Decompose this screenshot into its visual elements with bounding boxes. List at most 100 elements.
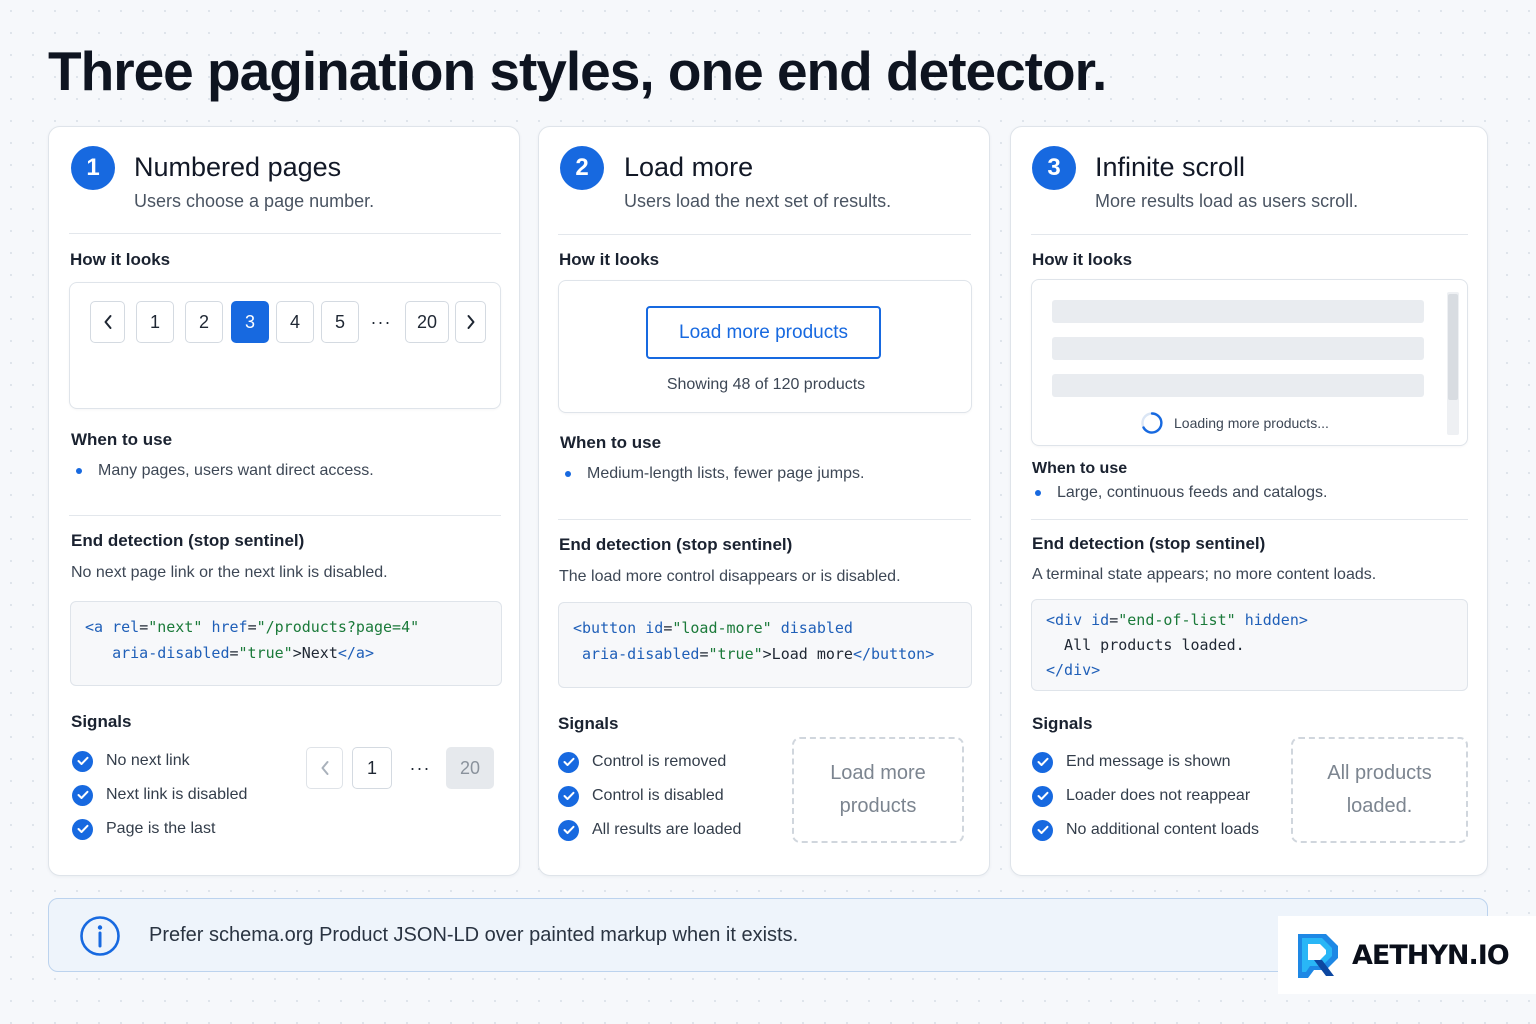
code-line: </div> [1046,658,1453,683]
check-icon [558,751,579,773]
how-it-looks-label: How it looks [559,250,660,269]
loading-text: Loading more products... [1174,415,1329,431]
scrollbar-track[interactable] [1447,292,1459,435]
code-line: <button id="load-more" disabled [573,615,957,641]
signal-text: End message is shown [1066,753,1231,770]
scrollbar-thumb[interactable] [1448,294,1458,400]
code-snippet: <div id="end-of-list" hidden> All produc… [1031,599,1468,691]
when-to-use-label: When to use [71,430,173,449]
last-page-button-current: 20 [446,747,494,789]
when-to-use-item: Large, continuous feeds and catalogs. [1035,484,1327,502]
code-token: >Load more [762,645,853,663]
signal-item: Next link is disabled [72,784,247,806]
page-button-active[interactable]: 3 [231,301,269,343]
card-title: Infinite scroll [1095,152,1246,182]
code-token: "end-of-list" [1118,611,1236,629]
info-text: Prefer schema.org Product JSON-LD over p… [149,924,799,946]
brand-logo-text: AETHYN.IO [1352,939,1510,971]
signals-list: Control is removed Control is disabled A… [558,751,741,841]
page-button[interactable]: 4 [276,301,314,343]
signals-list: End message is shown Loader does not rea… [1032,751,1259,841]
code-token: aria-disabled [582,645,700,663]
code-token: = [139,618,149,636]
page-button[interactable]: 2 [185,301,223,343]
card-infinite-scroll: 3 Infinite scroll More results load as u… [1010,126,1488,876]
signal-item: All results are loaded [558,819,741,841]
signal-item: Control is disabled [558,785,741,807]
code-line: aria-disabled="true">Load more</button> [573,641,957,667]
code-token: <button [573,619,646,637]
divider [69,515,501,516]
check-icon [1032,819,1053,841]
signal-item: Control is removed [558,751,741,773]
bullet-dot [565,471,571,477]
when-to-use-label: When to use [560,433,662,452]
brand-mark-icon [1298,934,1338,978]
code-token: </a> [337,644,374,662]
check-icon [1032,751,1053,773]
code-line: aria-disabled="true">Next</a> [85,640,487,666]
how-it-looks-label: How it looks [70,250,171,269]
info-icon [80,916,120,956]
code-token: </div> [1046,661,1101,679]
code-token: "next" [148,618,203,636]
card-number-badge: 2 [560,146,604,190]
check-icon [558,785,579,807]
how-it-looks-label: How it looks [1032,250,1133,269]
code-token: disabled [780,619,853,637]
skeleton-row [1052,374,1424,397]
signal-item: No additional content loads [1032,819,1259,841]
check-icon [72,784,93,806]
code-line: All products loaded. [1046,633,1453,658]
pagination-ellipsis: ··· [370,311,392,332]
divider [558,519,971,520]
card-number-badge: 1 [71,146,115,190]
page-button[interactable]: 1 [136,301,174,343]
signal-text: Control is removed [592,753,727,770]
divider [1031,519,1468,520]
signal-item: Page is the last [72,818,247,840]
code-token: aria-disabled [112,644,230,662]
chevron-right-icon [467,315,474,329]
signal-text: No additional content loads [1066,821,1260,838]
end-detection-label: End detection (stop sentinel) [71,531,305,550]
code-token: = [1109,611,1119,629]
check-icon [558,819,579,841]
signal-text: Loader does not reappear [1066,787,1251,804]
card-load-more: 2 Load more Users load the next set of r… [538,126,990,876]
end-detection-label: End detection (stop sentinel) [1032,534,1266,553]
signal-item: Loader does not reappear [1032,785,1259,807]
chevron-left-icon [104,315,111,329]
check-icon [1032,785,1053,807]
code-token: = [247,618,257,636]
last-page-button[interactable]: 20 [405,301,449,343]
when-to-use-item: Many pages, users want direct access. [76,462,374,480]
end-pagination-visual: 1 ··· 20 [306,747,496,789]
code-token: "/products?page=4" [256,618,420,636]
code-token: = [663,619,673,637]
divider [558,234,971,235]
card-title: Numbered pages [134,152,342,182]
prev-page-button[interactable] [90,301,125,343]
signals-label: Signals [558,714,619,733]
code-token: "load-more" [672,619,772,637]
code-token: <div [1046,611,1092,629]
code-token: "true" [238,644,293,662]
next-page-button[interactable] [455,301,486,343]
when-to-use-label: When to use [1032,460,1128,477]
brand-logo: AETHYN.IO [1278,916,1536,994]
bullet-dot [1035,490,1041,496]
code-snippet: <button id="load-more" disabled aria-dis… [558,602,972,688]
removed-control-placeholder: Load more products [792,737,964,843]
divider [1031,234,1468,235]
code-token: rel [112,618,140,636]
load-more-button[interactable]: Load more products [646,306,881,359]
when-to-use-text: Medium-length lists, fewer page jumps. [587,465,865,482]
card-subtitle: Users load the next set of results. [624,191,892,211]
page-button[interactable]: 5 [321,301,359,343]
signals-list: No next link Next link is disabled Page … [72,750,247,840]
code-token: <a [85,618,113,636]
